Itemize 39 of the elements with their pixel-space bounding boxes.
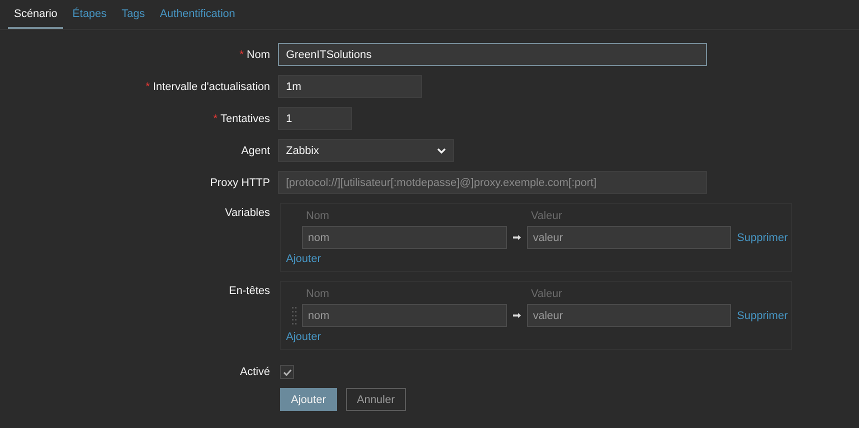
arrow-icon bbox=[513, 235, 521, 240]
field-label: Agent bbox=[241, 144, 270, 156]
tab[interactable]: Étapes bbox=[66, 0, 113, 29]
field-label: * Tentatives bbox=[213, 112, 270, 124]
chevron-down-icon bbox=[437, 148, 446, 154]
tab[interactable]: Scénario bbox=[8, 0, 64, 29]
field-label: * Intervalle d'actualisation bbox=[146, 80, 270, 92]
tab[interactable]: Tags bbox=[116, 0, 151, 29]
agent-dropdown[interactable]: Zabbix bbox=[278, 139, 454, 162]
value-field[interactable]: valeur bbox=[527, 304, 731, 327]
field-label: Variables bbox=[224, 206, 270, 219]
field-label: Activé bbox=[240, 366, 270, 378]
column-header: Valeur bbox=[530, 288, 563, 300]
column-header: Valeur bbox=[530, 210, 563, 222]
field-label: Proxy HTTP bbox=[210, 176, 270, 188]
tab[interactable]: Authentification bbox=[154, 0, 242, 29]
remove-link[interactable]: Supprimer bbox=[731, 232, 788, 244]
column-header: Nom bbox=[305, 288, 330, 300]
field-label: * Nom bbox=[239, 48, 270, 60]
name-field[interactable]: nom bbox=[302, 226, 507, 249]
text-field[interactable]: 1 bbox=[278, 107, 352, 130]
add-link[interactable]: Ajouter bbox=[286, 253, 321, 265]
cancel-button[interactable]: Annuler bbox=[346, 388, 406, 411]
add-link[interactable]: Ajouter bbox=[286, 331, 321, 343]
arrow-icon bbox=[513, 313, 521, 318]
column-header: Nom bbox=[305, 210, 330, 222]
value-field[interactable]: valeur bbox=[527, 226, 731, 249]
add-button[interactable]: Ajouter bbox=[280, 388, 337, 411]
field-label: En-têtes bbox=[229, 284, 270, 297]
text-field[interactable]: GreenITSolutions bbox=[278, 43, 707, 66]
text-field[interactable]: [protocol://][utilisateur[:motdepasse]@]proxy.exemple.com[:port] bbox=[278, 171, 707, 194]
name-field[interactable]: nom bbox=[302, 304, 507, 327]
required-marker: * bbox=[213, 112, 218, 124]
drag-handle-icon[interactable] bbox=[292, 304, 296, 326]
required-marker: * bbox=[146, 80, 150, 92]
checkmark-icon bbox=[282, 368, 292, 376]
text-field[interactable]: 1m bbox=[278, 75, 422, 98]
required-marker: * bbox=[239, 48, 244, 60]
remove-link[interactable]: Supprimer bbox=[731, 310, 788, 322]
